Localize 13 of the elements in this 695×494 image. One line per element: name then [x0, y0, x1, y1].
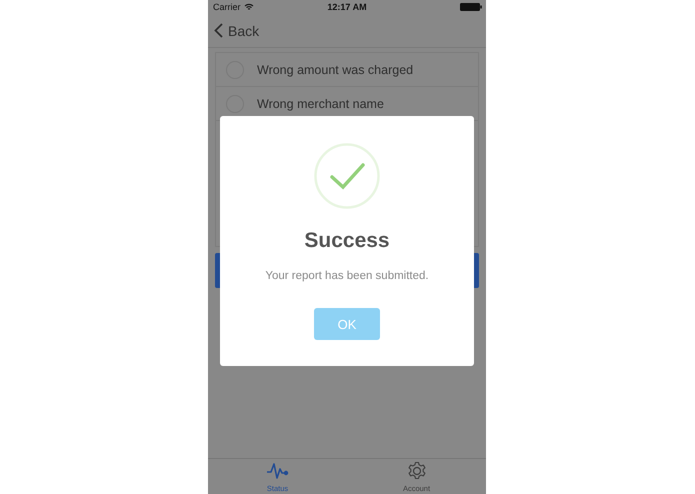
checkmark-icon: [314, 143, 380, 209]
option-label: Wrong merchant name: [257, 96, 384, 110]
chevron-left-icon: [214, 23, 223, 38]
dialog-title: Success: [304, 229, 390, 253]
option-row[interactable]: Wrong amount was charged: [216, 53, 478, 87]
back-button[interactable]: Back: [214, 22, 260, 38]
option-label: Wrong amount was charged: [257, 62, 414, 76]
pulse-icon: [266, 461, 290, 481]
carrier-label: Carrier: [213, 2, 241, 12]
wifi-icon: [244, 3, 254, 11]
dialog-message: Your report has been submitted.: [265, 270, 429, 282]
battery-icon: [460, 3, 482, 11]
time-label: 12:17 AM: [327, 2, 367, 12]
